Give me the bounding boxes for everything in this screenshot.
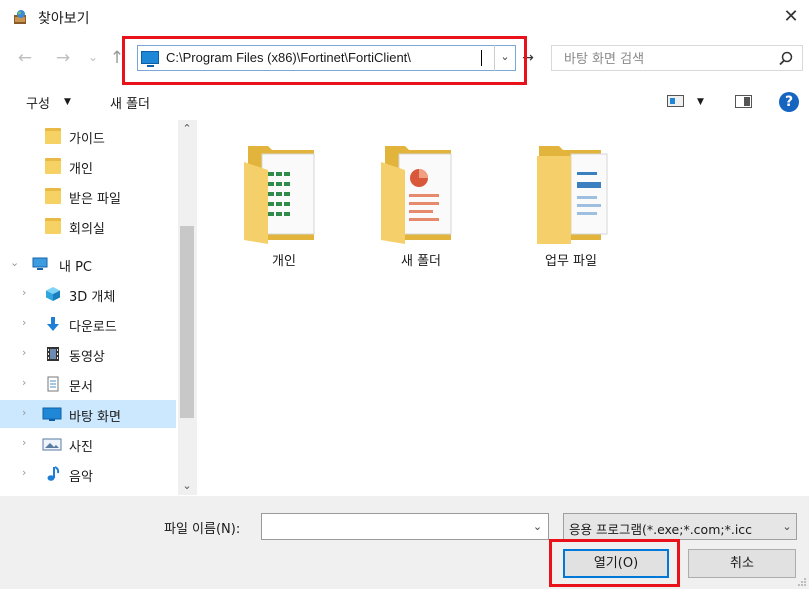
- filename-input[interactable]: [261, 513, 549, 540]
- sidebar-item-label: 받은 파일: [69, 192, 121, 207]
- chevron-down-icon[interactable]: ⌄: [777, 514, 796, 539]
- sidebar-item-label: 내 PC: [59, 260, 93, 275]
- folder-icon: [381, 146, 452, 244]
- sidebar-item-more[interactable]: [0, 490, 176, 495]
- sidebar-item-label: 바탕 화면: [69, 410, 121, 425]
- folder-icon: [45, 188, 61, 204]
- folder-item-label: 개인: [272, 254, 296, 269]
- close-icon: ✕: [783, 6, 799, 27]
- organize-button[interactable]: 구성: [26, 93, 50, 112]
- caret-down-icon[interactable]: ▼: [697, 97, 704, 107]
- preview-pane-icon[interactable]: [735, 95, 752, 108]
- folder-item-label: 업무 파일: [545, 254, 597, 269]
- sidebar-item-music[interactable]: › 음악: [0, 460, 176, 488]
- pc-icon: [32, 257, 48, 270]
- text-caret: [481, 50, 482, 66]
- video-icon: [47, 347, 59, 361]
- chevron-right-icon[interactable]: ›: [22, 436, 26, 449]
- filename-label: 파일 이름(N):: [164, 522, 241, 537]
- sidebar-item-label: 3D 개체: [69, 290, 116, 305]
- chevron-right-icon[interactable]: ›: [22, 466, 26, 479]
- view-options-icon[interactable]: [667, 95, 684, 107]
- scroll-down-icon[interactable]: ⌄: [178, 479, 196, 495]
- sidebar-item-label: 가이드: [69, 132, 105, 147]
- cancel-button[interactable]: 취소: [688, 549, 796, 578]
- chevron-right-icon[interactable]: ›: [22, 286, 26, 299]
- chevron-right-icon[interactable]: ›: [22, 376, 26, 389]
- help-icon[interactable]: ?: [779, 92, 799, 112]
- sidebar-item-received-files[interactable]: 받은 파일: [0, 182, 176, 210]
- search-input[interactable]: [552, 46, 781, 72]
- filetype-value: 응용 프로그램(*.exe;*.com;*.icc: [569, 522, 753, 537]
- sidebar-item-label: 사진: [69, 440, 93, 455]
- sidebar-item-documents[interactable]: › 문서: [0, 370, 176, 398]
- scroll-up-icon[interactable]: ⌃: [178, 122, 196, 138]
- resize-grip-icon[interactable]: [797, 577, 807, 587]
- picture-icon: [42, 438, 62, 451]
- sidebar-item-this-pc[interactable]: ⌄ 내 PC: [0, 250, 176, 278]
- search-icon[interactable]: [776, 49, 796, 69]
- up-button[interactable]: ↑: [106, 48, 128, 68]
- download-icon: [47, 317, 59, 331]
- sidebar-item-label: 문서: [69, 380, 93, 395]
- title-bar: 찾아보기 ✕: [0, 0, 809, 36]
- folder-item-new-folder[interactable]: 새 폴더: [373, 120, 469, 270]
- folder-icon: [45, 218, 61, 234]
- sidebar-item-label: 다운로드: [69, 320, 117, 335]
- recent-locations-button[interactable]: ⌄: [82, 50, 104, 64]
- filetype-select[interactable]: 응용 프로그램(*.exe;*.com;*.icc ⌄: [563, 513, 797, 540]
- address-dropdown-button[interactable]: ⌄: [494, 45, 515, 71]
- desktop-icon: [42, 407, 62, 421]
- folder-item-work-files[interactable]: 업무 파일: [523, 120, 619, 270]
- sidebar-item-3d-objects[interactable]: › 3D 개체: [0, 280, 176, 308]
- sidebar-item-label: 음악: [69, 470, 93, 485]
- app-icon: [14, 10, 26, 24]
- folder-icon: [537, 146, 608, 244]
- window-title: 찾아보기: [38, 11, 90, 27]
- arrow-right-icon: →: [522, 50, 534, 66]
- sidebar-item-meeting-room[interactable]: 회의실: [0, 212, 176, 240]
- sidebar-scrollbar-thumb[interactable]: [180, 226, 194, 418]
- forward-button[interactable]: →: [52, 48, 74, 68]
- cube-icon: [46, 287, 60, 301]
- filename-dropdown-button[interactable]: ⌄: [527, 514, 548, 539]
- chevron-right-icon[interactable]: ›: [22, 346, 26, 359]
- go-button[interactable]: →: [518, 47, 538, 69]
- chevron-right-icon[interactable]: ›: [22, 406, 26, 419]
- back-button[interactable]: ←: [14, 48, 36, 68]
- new-folder-button[interactable]: 새 폴더: [110, 93, 150, 112]
- sidebar-item-label: 회의실: [69, 222, 105, 237]
- folder-icon: [45, 128, 61, 144]
- file-list: 개인 새 폴더 업무 파일: [197, 120, 809, 495]
- chevron-down-icon[interactable]: ⌄: [10, 256, 19, 269]
- sidebar-item-guide[interactable]: 가이드: [0, 122, 176, 150]
- address-text: C:\Program Files (x86)\Fortinet\FortiCli…: [166, 50, 411, 65]
- chevron-right-icon[interactable]: ›: [22, 316, 26, 329]
- caret-down-icon[interactable]: ▼: [64, 97, 71, 107]
- open-button[interactable]: 열기(O): [563, 549, 669, 578]
- sidebar-item-videos[interactable]: › 동영상: [0, 340, 176, 368]
- pc-icon: [141, 51, 159, 67]
- sidebar-item-label: 동영상: [69, 350, 105, 365]
- close-button[interactable]: ✕: [778, 4, 804, 30]
- document-icon: [47, 376, 59, 392]
- sidebar-item-personal[interactable]: 개인: [0, 152, 176, 180]
- navigation-pane: 가이드 개인 받은 파일 회의실 ⌄ 내 PC › 3D 개체 › 다운로드 ›…: [0, 120, 197, 495]
- folder-item-personal[interactable]: 개인: [236, 120, 332, 270]
- address-bar[interactable]: C:\Program Files (x86)\Fortinet\FortiCli…: [137, 45, 516, 71]
- sidebar-item-desktop[interactable]: › 바탕 화면: [0, 400, 176, 428]
- sidebar-item-downloads[interactable]: › 다운로드: [0, 310, 176, 338]
- music-icon: [47, 466, 60, 481]
- folder-icon: [244, 146, 315, 244]
- chevron-down-icon: ⌄: [500, 50, 510, 63]
- sidebar-item-label: 개인: [69, 162, 93, 177]
- folder-icon: [45, 158, 61, 174]
- sidebar-item-pictures[interactable]: › 사진: [0, 430, 176, 458]
- folder-item-label: 새 폴더: [400, 254, 441, 269]
- chevron-down-icon: ⌄: [532, 520, 543, 533]
- search-box[interactable]: [551, 45, 803, 72]
